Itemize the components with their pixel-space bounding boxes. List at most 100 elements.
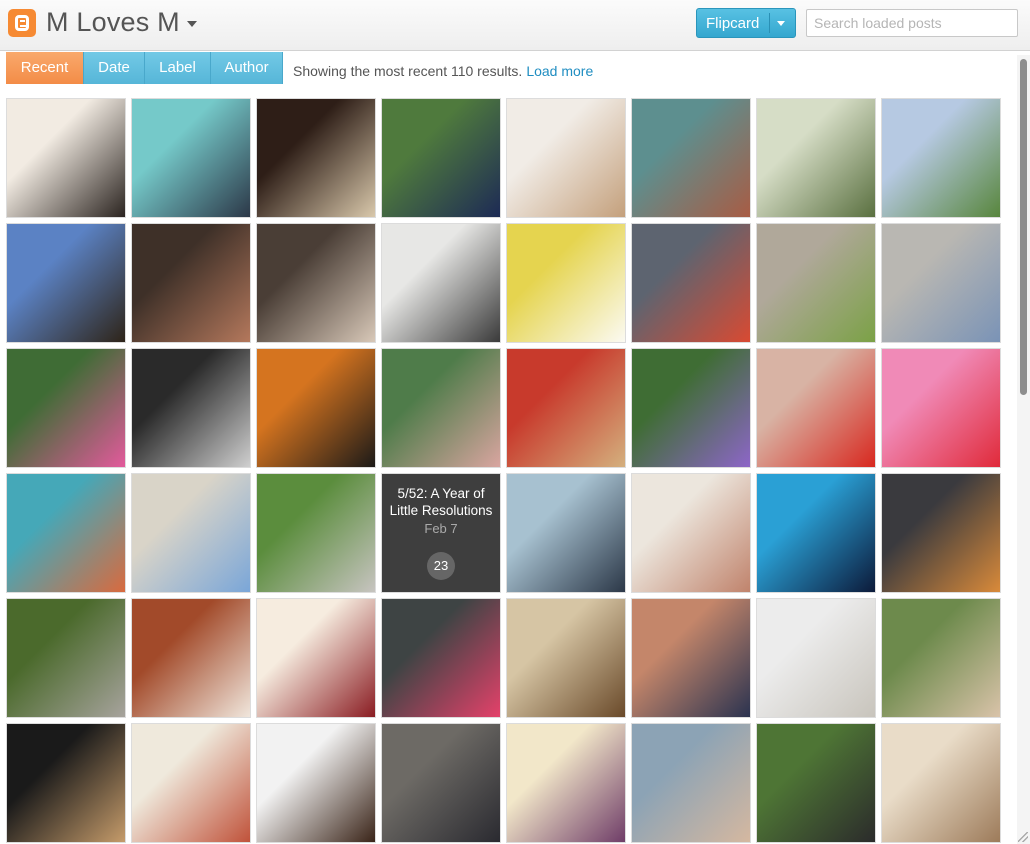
woman-striped-shirt-photo[interactable] [507, 474, 625, 592]
woman-turquoise-wall-photo[interactable] [132, 99, 250, 217]
post-tile[interactable] [881, 223, 1001, 343]
friends-restaurant-photo[interactable] [632, 724, 750, 842]
tab-date[interactable]: Date [84, 52, 145, 84]
post-tile[interactable] [6, 473, 126, 593]
tab-recent[interactable]: Recent [6, 52, 84, 84]
valentine-crafts-photo[interactable] [882, 349, 1000, 467]
chevron-down-icon[interactable] [777, 21, 785, 26]
chocolate-cookies-photo[interactable] [257, 724, 375, 842]
chalkboard-pizza-photo[interactable] [882, 474, 1000, 592]
post-tile[interactable] [6, 723, 126, 843]
post-tile[interactable] [256, 348, 376, 468]
vintage-books-photo[interactable] [507, 599, 625, 717]
post-tile[interactable] [6, 223, 126, 343]
resize-grip-icon[interactable] [1018, 832, 1028, 842]
couple-selfie-photo[interactable] [132, 224, 250, 342]
post-tile[interactable] [756, 723, 876, 843]
load-more-link[interactable]: Load more [526, 63, 593, 79]
scrollbar[interactable] [1017, 55, 1030, 844]
woman-stripes-garden-photo[interactable] [757, 724, 875, 842]
basketball-court-photo[interactable] [507, 349, 625, 467]
post-tile[interactable] [631, 98, 751, 218]
red-carpet-photo[interactable] [7, 724, 125, 842]
comment-count-badge[interactable]: 23 [427, 552, 455, 580]
post-tile[interactable] [506, 598, 626, 718]
post-tile[interactable] [881, 98, 1001, 218]
gold-sandal-photo[interactable] [507, 99, 625, 217]
woman-pink-skirt-photo[interactable] [382, 349, 500, 467]
post-tile[interactable] [506, 348, 626, 468]
woman-hedge-photo[interactable] [882, 599, 1000, 717]
post-tile[interactable] [131, 98, 251, 218]
dog-photo[interactable] [257, 99, 375, 217]
post-tile[interactable] [756, 223, 876, 343]
post-tile[interactable] [131, 348, 251, 468]
post-tile[interactable] [631, 598, 751, 718]
post-tile[interactable] [256, 473, 376, 593]
woman-park-bench-photo[interactable] [382, 99, 500, 217]
heart-cookies-photo[interactable] [257, 349, 375, 467]
post-tile[interactable] [506, 473, 626, 593]
post-tile[interactable] [881, 473, 1001, 593]
cake-apples-photo[interactable] [257, 599, 375, 717]
blogger-logo-icon[interactable] [8, 9, 36, 37]
woman-brick-street-photo[interactable] [632, 99, 750, 217]
tab-label[interactable]: Label [145, 52, 211, 84]
wedding-gowns-photo[interactable] [757, 599, 875, 717]
book-cover-photo[interactable] [132, 724, 250, 842]
post-tile[interactable] [381, 223, 501, 343]
post-tile[interactable] [131, 598, 251, 718]
dirt-road-photo[interactable] [7, 599, 125, 717]
building-facade-photo[interactable] [132, 474, 250, 592]
woman-field-photo[interactable] [882, 99, 1000, 217]
post-tile[interactable] [131, 223, 251, 343]
blog-title[interactable]: M Loves M [46, 7, 180, 38]
post-tile[interactable]: 5/52: A Year of Little Resolutions Feb 7 2… [381, 473, 501, 593]
post-tile[interactable] [881, 348, 1001, 468]
post-tile[interactable] [506, 223, 626, 343]
post-tile[interactable] [506, 723, 626, 843]
post-tile[interactable] [506, 98, 626, 218]
woman-purple-top-photo[interactable] [632, 349, 750, 467]
post-tile[interactable] [381, 98, 501, 218]
post-tile[interactable] [256, 223, 376, 343]
post-tile[interactable] [756, 348, 876, 468]
woman-path-photo[interactable] [257, 474, 375, 592]
post-tile[interactable] [756, 98, 876, 218]
woman-green-dress-collage-photo[interactable] [757, 224, 875, 342]
couple-kiss-photo[interactable] [7, 99, 125, 217]
pendant-lamp-photo[interactable] [382, 224, 500, 342]
pink-tulips-photo[interactable] [7, 349, 125, 467]
post-tile[interactable] [381, 598, 501, 718]
post-tile[interactable] [6, 598, 126, 718]
chevron-down-icon[interactable] [187, 21, 197, 27]
view-selector-button[interactable]: Flipcard [696, 8, 796, 38]
carved-flower-photo[interactable] [882, 724, 1000, 842]
post-tile[interactable] [756, 598, 876, 718]
post-tile[interactable] [631, 223, 751, 343]
woman-dark-floral-photo[interactable] [382, 724, 500, 842]
post-tile[interactable] [881, 723, 1001, 843]
tab-author[interactable]: Author [211, 52, 283, 84]
woman-brick-wall-photo[interactable] [632, 599, 750, 717]
woman-street-cafe-photo[interactable] [882, 224, 1000, 342]
couple-drink-photo[interactable] [257, 224, 375, 342]
woman-red-jacket-photo[interactable] [632, 224, 750, 342]
post-tile[interactable] [256, 598, 376, 718]
picture-of-love-book-photo[interactable] [507, 724, 625, 842]
post-title[interactable]: 5/52: A Year of Little Resolutions [382, 485, 500, 519]
ponte-vecchio-photo[interactable] [7, 224, 125, 342]
ferris-wheel-pier-photo[interactable] [757, 474, 875, 592]
post-tile[interactable] [631, 723, 751, 843]
post-tile[interactable] [256, 98, 376, 218]
coconut-cake-photo[interactable] [507, 224, 625, 342]
woman-mural-photo[interactable] [7, 474, 125, 592]
post-tile[interactable] [131, 473, 251, 593]
post-tile[interactable] [256, 723, 376, 843]
search-input[interactable] [806, 9, 1018, 37]
post-tile[interactable] [631, 348, 751, 468]
post-tile[interactable] [381, 348, 501, 468]
featured-post-overlay[interactable]: 5/52: A Year of Little Resolutions Feb 7 2… [382, 474, 500, 592]
woman-pink-blouse-photo[interactable] [382, 599, 500, 717]
post-tile[interactable] [631, 473, 751, 593]
